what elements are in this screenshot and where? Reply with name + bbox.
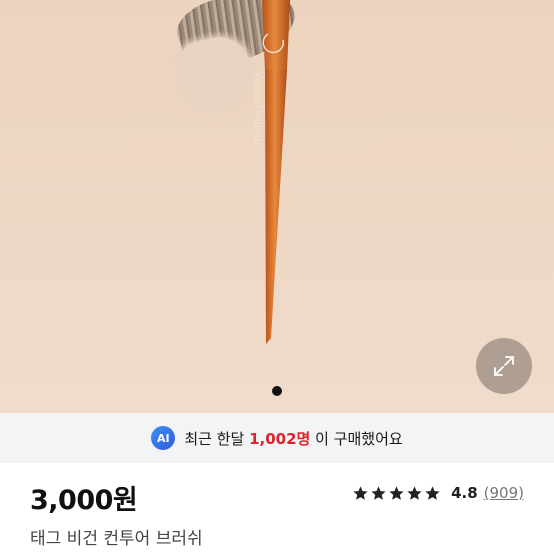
star-icon <box>389 485 404 500</box>
expand-arrows-icon <box>494 356 514 376</box>
brush-brand-text: Vegan Contour <box>252 72 262 147</box>
product-image[interactable]: Vegan Contour <box>0 0 554 413</box>
star-icon <box>353 485 368 500</box>
product-price: 3,000원 <box>30 485 138 516</box>
carousel-dot-active[interactable] <box>272 386 282 396</box>
rating-value: 4.8 <box>451 484 478 502</box>
brush-illustration <box>262 0 290 344</box>
star-icon <box>407 485 422 500</box>
product-title: 태그 비건 컨투어 브러쉬 <box>30 529 203 549</box>
expand-image-button[interactable] <box>476 338 532 394</box>
product-rating[interactable]: 4.8 (909) <box>352 484 524 502</box>
banner-prefix: 최근 한달 <box>184 429 250 448</box>
banner-buyer-count: 1,002명 <box>249 429 311 448</box>
star-rating <box>352 485 442 502</box>
ai-badge-icon: AI <box>151 426 176 450</box>
star-icon <box>371 485 386 500</box>
banner-suffix: 이 구매했어요 <box>310 429 403 448</box>
star-icon <box>425 485 440 500</box>
review-count-link[interactable]: (909) <box>484 484 524 502</box>
ai-purchase-banner: AI 최근 한달 1,002명 이 구매했어요 <box>0 413 554 463</box>
